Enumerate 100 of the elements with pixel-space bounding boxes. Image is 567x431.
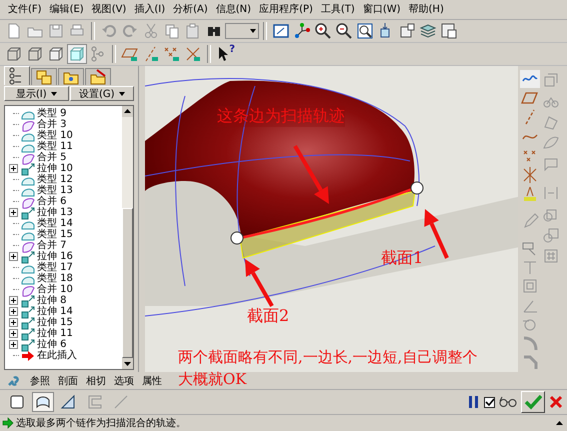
panel-tab[interactable]: 相切	[84, 374, 108, 388]
menu-item[interactable]: 工具(T)	[316, 2, 359, 16]
wireframe-cube-icon[interactable]	[5, 45, 23, 63]
menu-item[interactable]: 分析(A)	[169, 2, 212, 16]
window-icon[interactable]	[272, 22, 290, 40]
dropdown-button[interactable]: 显示(I)	[4, 86, 68, 101]
folder-tab[interactable]	[31, 68, 57, 85]
surface-button[interactable]	[32, 392, 54, 412]
axes-icon[interactable]	[293, 22, 311, 40]
layers-icon[interactable]	[419, 22, 437, 40]
tree-item[interactable]: 拉伸 6	[37, 339, 67, 350]
pause-icon[interactable]	[468, 395, 480, 409]
menu-item[interactable]: 插入(I)	[130, 2, 170, 16]
panel-tab[interactable]: 参照	[28, 374, 52, 388]
preview-checkbox[interactable]	[484, 396, 495, 408]
extrude-feature-icon	[20, 326, 36, 340]
scroll-up-icon[interactable]	[122, 106, 133, 117]
glasses-icon[interactable]	[499, 396, 517, 408]
expand-icon[interactable]	[8, 164, 18, 173]
saved-view-icon[interactable]	[398, 22, 416, 40]
zoom-in-icon[interactable]	[314, 22, 332, 40]
dropdown-button[interactable]: 设置(G)	[70, 86, 134, 101]
shaded-cube-icon[interactable]	[68, 45, 86, 63]
confirm-button[interactable]	[521, 391, 545, 413]
solid-icon	[8, 393, 26, 411]
thicken-icon	[86, 393, 104, 411]
checkmark-icon	[485, 398, 494, 406]
folder-tab[interactable]	[85, 68, 111, 85]
analysis-icon[interactable]	[521, 184, 539, 203]
tree-item[interactable]: 拉伸 13	[37, 207, 73, 218]
panel-tab[interactable]: 属性	[140, 374, 164, 388]
tree-item[interactable]: 类型 17	[37, 262, 73, 273]
pointer-arrow	[293, 145, 329, 204]
selection-filter-dropdown[interactable]	[225, 23, 259, 39]
tree-item[interactable]: 合并 7	[37, 240, 67, 251]
close-icon[interactable]	[549, 395, 563, 409]
undo-icon[interactable]	[100, 22, 118, 40]
zoom-fit-icon[interactable]	[356, 22, 374, 40]
tree-item[interactable]: 合并 3	[37, 119, 67, 130]
tree-item[interactable]: 类型 12	[37, 174, 73, 185]
menu-item[interactable]: 应用程序(P)	[255, 2, 317, 16]
zoom-out-icon[interactable]	[335, 22, 353, 40]
tree-item[interactable]: 在此插入	[37, 350, 77, 361]
expand-icon[interactable]	[8, 340, 18, 349]
cube-circle-icon[interactable]	[542, 226, 560, 244]
redo-icon[interactable]	[121, 22, 139, 40]
expand-icon[interactable]	[8, 318, 18, 327]
no-hidden-cube-icon[interactable]	[47, 45, 65, 63]
coordinate-system-icon[interactable]	[521, 166, 539, 184]
insert-arrow-icon	[20, 348, 36, 362]
caret-icon	[118, 92, 125, 96]
status-message: 选取最多两个链作为扫描混合的轨迹。	[16, 416, 186, 430]
expand-icon[interactable]	[8, 329, 18, 338]
expand-icon[interactable]	[8, 296, 18, 305]
tree-item[interactable]: 类型 15	[37, 229, 73, 240]
annotation-text: 两个截面略有不同,一边长,一边短,自己调整个大概就OK	[178, 347, 478, 390]
datum-point-icon[interactable]	[163, 45, 181, 63]
scroll-down-icon[interactable]	[122, 358, 133, 369]
question-mark[interactable]: ?	[229, 45, 235, 55]
scroll-thumb[interactable]	[122, 208, 133, 358]
tree-item[interactable]: 类型 10	[37, 130, 73, 141]
panel-tab[interactable]: 剖面	[56, 374, 80, 388]
square-icon[interactable]	[521, 277, 539, 296]
menu-item[interactable]: 编辑(E)	[46, 2, 88, 16]
menu-item[interactable]: 视图(V)	[88, 2, 130, 16]
copy-icon[interactable]	[163, 22, 181, 40]
menu-item[interactable]: 信息(N)	[212, 2, 256, 16]
menu-item[interactable]: 文件(F)	[4, 2, 46, 16]
scissors-icon[interactable]	[142, 22, 160, 40]
tree-item[interactable]: 拉伸 10	[37, 163, 73, 174]
diagonal-line-icon	[112, 393, 130, 411]
tree-item[interactable]: 类型 11	[37, 141, 73, 152]
model-tree-tab[interactable]	[4, 66, 30, 85]
expand-icon[interactable]	[8, 307, 18, 316]
tree-item[interactable]: 拉伸 14	[37, 306, 73, 317]
scrollbar[interactable]	[122, 106, 133, 369]
tree-item[interactable]: 类型 13	[37, 185, 73, 196]
menu-item[interactable]: 窗口(W)	[358, 2, 405, 16]
tree-item[interactable]: 拉伸 16	[37, 251, 73, 262]
tree-item[interactable]: 拉伸 15	[37, 317, 73, 328]
tree-item[interactable]: 类型 14	[37, 218, 73, 229]
expand-icon[interactable]	[8, 252, 18, 261]
folder-tab[interactable]	[58, 68, 84, 85]
tree-item[interactable]: 类型 9	[37, 108, 67, 119]
coordinate-system-icon[interactable]	[184, 45, 202, 63]
menu-item[interactable]: 帮助(H)	[404, 2, 448, 16]
tree-item[interactable]: 拉伸 8	[37, 295, 67, 306]
pencil-icon[interactable]	[521, 212, 539, 230]
save-icon[interactable]	[47, 22, 65, 40]
hidden-line-cube-icon[interactable]	[26, 45, 44, 63]
tree-item[interactable]: 拉伸 11	[37, 328, 73, 339]
tree-item[interactable]: 类型 18	[37, 273, 73, 284]
display-settings-icon[interactable]	[440, 22, 458, 40]
tree-item[interactable]: 合并 6	[37, 196, 67, 207]
round-tool-icon[interactable]	[521, 334, 539, 353]
tree-item[interactable]: 合并 5	[37, 152, 67, 163]
panel-tab[interactable]: 选项	[112, 374, 136, 388]
pattern-grid-icon[interactable]	[542, 247, 560, 265]
tree-item[interactable]: 合并 10	[37, 284, 73, 295]
expand-icon[interactable]	[8, 208, 18, 217]
